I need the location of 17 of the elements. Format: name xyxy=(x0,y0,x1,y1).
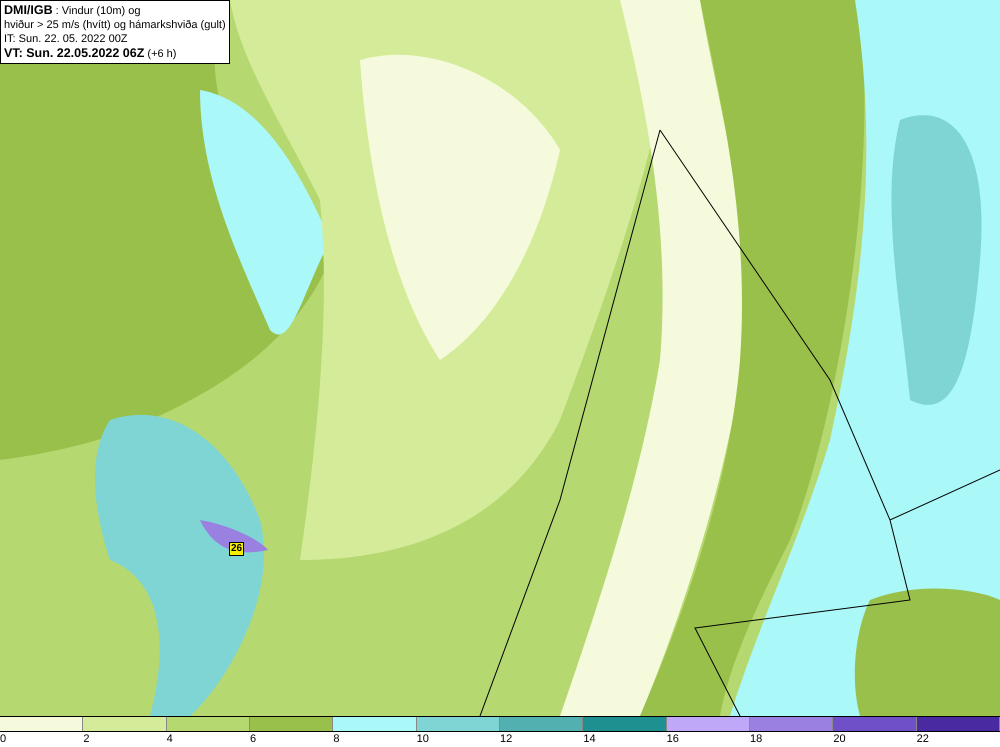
legend-tick-label: 8 xyxy=(333,732,340,747)
gust-label: 26 xyxy=(229,542,244,556)
legend-tick-label: 16 xyxy=(666,732,679,747)
title-line: hviður > 25 m/s (hvítt) og hámarkshviða (gult) xyxy=(4,18,226,32)
legend-tick-label: 4 xyxy=(166,732,173,747)
legend-tick-label: 22 xyxy=(916,732,929,747)
title-line: IT: Sun. 22. 05. 2022 00Z xyxy=(4,32,129,46)
legend-tick-label: 10 xyxy=(416,732,429,747)
title-line: DMI/IGB : Vindur (10m) og xyxy=(4,3,142,18)
title-line: VT: Sun. 22.05.2022 06Z (+6 h) xyxy=(4,46,178,61)
legend-tick-label: 0 xyxy=(0,732,6,747)
legend-tick-label: 2 xyxy=(83,732,90,747)
legend-tick-label: 20 xyxy=(833,732,846,747)
legend-tick-label: 12 xyxy=(500,732,512,747)
legend-tick-label: 18 xyxy=(750,732,762,747)
legend-tick-label: 14 xyxy=(583,732,596,747)
legend-tick-label: 6 xyxy=(250,732,256,747)
